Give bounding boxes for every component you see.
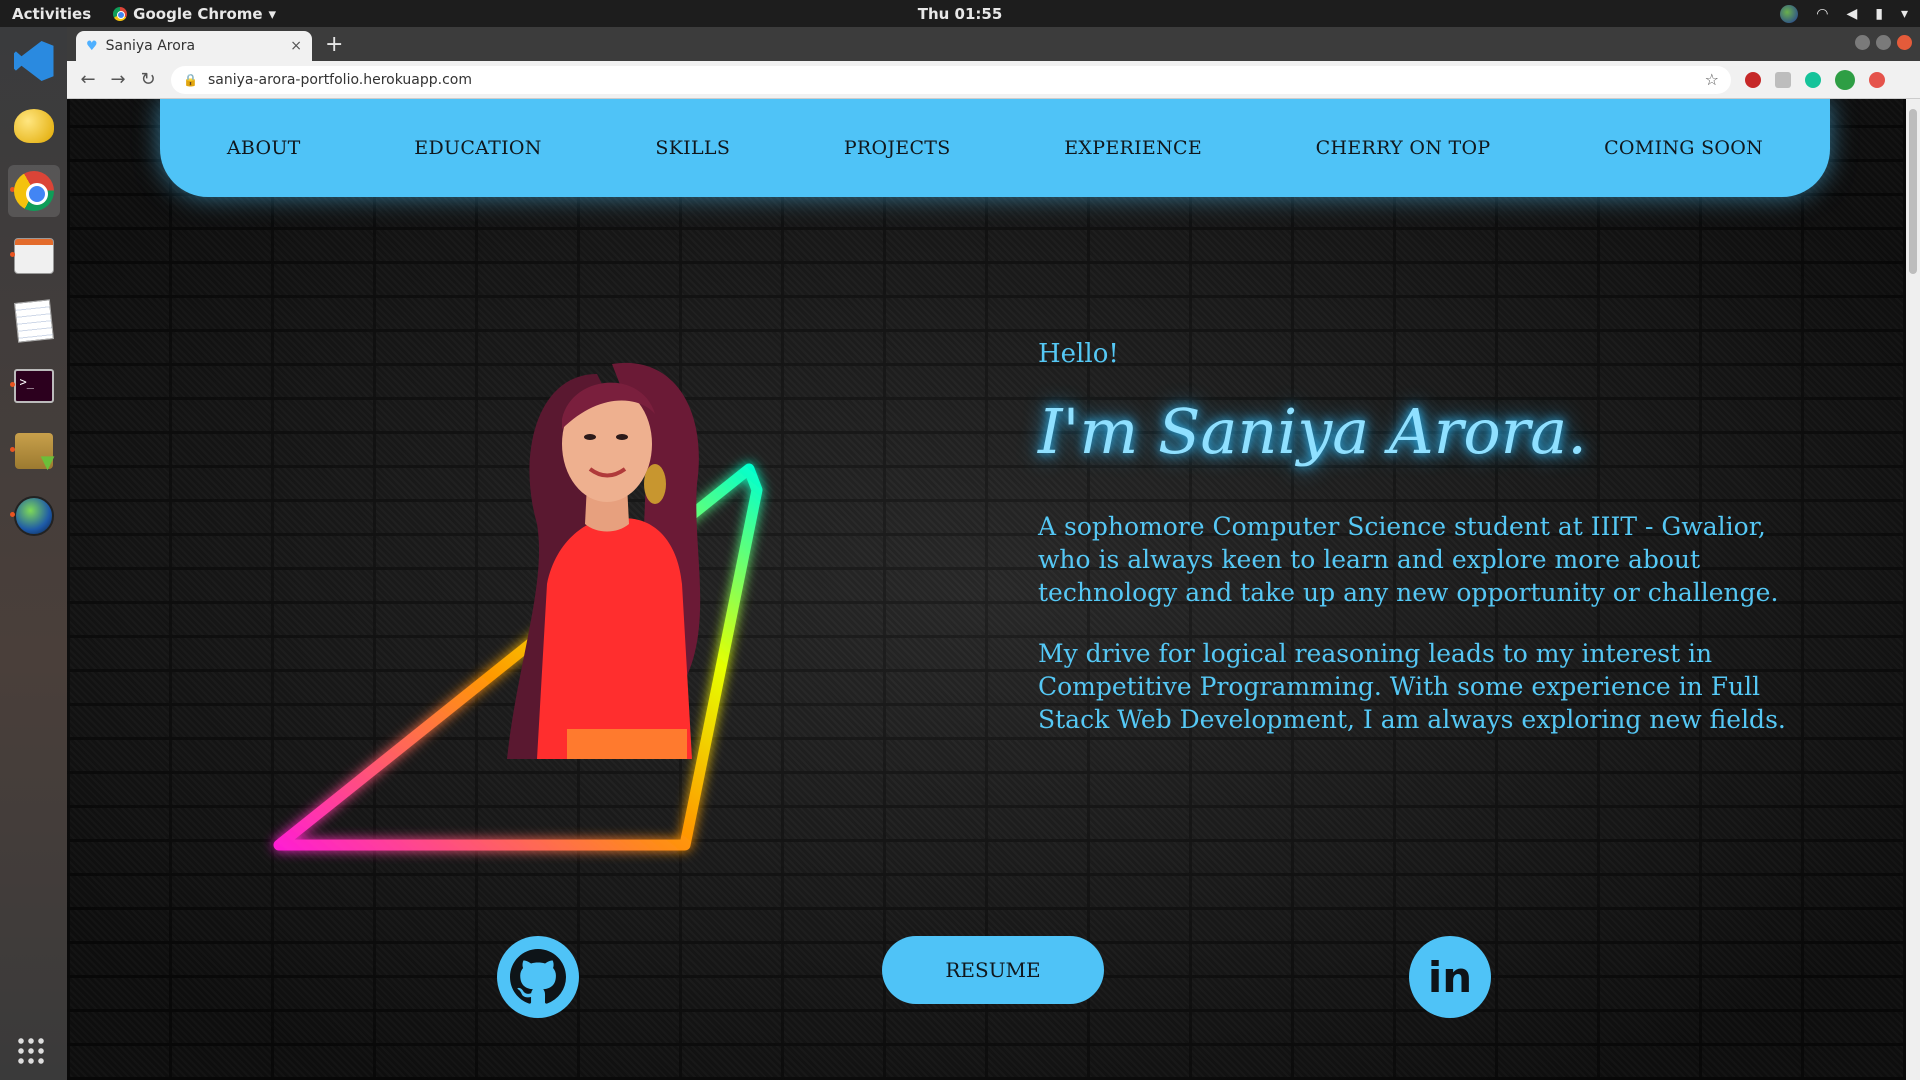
window-controls: [1855, 35, 1912, 50]
globe-icon: [13, 496, 54, 536]
site-navbar: ABOUT EDUCATION SKILLS PROJECTS EXPERIEN…: [160, 99, 1830, 197]
text-editor-icon: [13, 299, 54, 343]
page-viewport: ABOUT EDUCATION SKILLS PROJECTS EXPERIEN…: [67, 99, 1920, 1080]
system-tray[interactable]: ◠ ◀ ▮ ▾: [1780, 4, 1908, 23]
close-icon[interactable]: ×: [290, 38, 302, 54]
linkedin-icon: in: [1427, 952, 1473, 1002]
globe-icon[interactable]: [1780, 4, 1799, 23]
battery-icon[interactable]: ▮: [1875, 6, 1883, 22]
running-indicator: [9, 252, 15, 257]
hero-name: I'm Saniya Arora.: [1038, 395, 1587, 468]
chrome-icon: [13, 171, 54, 211]
profile-photo: [507, 362, 701, 759]
files-icon: [13, 238, 54, 274]
nav-skills[interactable]: SKILLS: [655, 137, 730, 159]
system-top-bar: Activities Google Chrome ▾ Thu 01:55 ◠ ◀…: [0, 0, 1920, 27]
browser-tab[interactable]: ♥ Saniya Arora ×: [76, 31, 312, 61]
running-indicator: [9, 512, 15, 517]
nav-coming-soon[interactable]: COMING SOON: [1604, 137, 1763, 159]
resume-button[interactable]: RESUME: [882, 936, 1104, 1004]
clock[interactable]: Thu 01:55: [918, 5, 1003, 23]
activities-button[interactable]: Activities: [12, 5, 91, 23]
linkedin-button[interactable]: in: [1409, 936, 1491, 1018]
grammarly-icon[interactable]: [1805, 71, 1821, 88]
dock-globe[interactable]: [8, 490, 60, 542]
new-tab-button[interactable]: +: [325, 32, 343, 57]
nav-experience[interactable]: EXPERIENCE: [1064, 137, 1202, 159]
extension-icon[interactable]: [1775, 71, 1791, 88]
vscode-icon: [13, 41, 54, 81]
scrollbar-thumb[interactable]: [1909, 109, 1917, 274]
lock-icon: 🔒: [183, 72, 198, 87]
nav-cherry-on-top[interactable]: CHERRY ON TOP: [1316, 137, 1491, 159]
tab-title: Saniya Arora: [105, 38, 196, 54]
dock-archive[interactable]: [8, 425, 60, 477]
chevron-down-icon: ▾: [268, 4, 277, 23]
nav-about[interactable]: ABOUT: [227, 137, 301, 159]
wifi-icon[interactable]: ◠: [1816, 6, 1828, 22]
close-window-button[interactable]: [1897, 35, 1912, 50]
dock-text-editor[interactable]: [8, 295, 60, 347]
dock-terminal[interactable]: >_: [8, 360, 60, 412]
show-applications-icon[interactable]: [16, 1036, 46, 1066]
page-scrollbar[interactable]: [1906, 99, 1920, 1080]
dock-vscode[interactable]: [8, 35, 60, 87]
teapot-icon: [13, 109, 54, 143]
intro-paragraph: A sophomore Computer Science student at …: [1038, 512, 1779, 607]
back-button[interactable]: ←: [73, 69, 103, 90]
nav-education[interactable]: EDUCATION: [414, 137, 541, 159]
browser-toolbar: ← → ↻ 🔒 saniya-arora-portfolio.herokuapp…: [67, 61, 1920, 99]
record-extension-icon[interactable]: [1745, 71, 1761, 88]
address-bar[interactable]: 🔒 saniya-arora-portfolio.herokuapp.com ☆: [171, 65, 1731, 94]
app-menu-label: Google Chrome: [133, 4, 263, 23]
chrome-icon: [113, 6, 128, 21]
profile-avatar[interactable]: [1835, 69, 1855, 90]
hero-figure: [207, 324, 847, 864]
dock-teapot[interactable]: [8, 100, 60, 152]
maximize-button[interactable]: [1876, 35, 1891, 50]
forward-button[interactable]: →: [103, 69, 133, 90]
greeting: Hello!: [1038, 339, 1119, 369]
terminal-icon: >_: [13, 369, 54, 403]
dock-files[interactable]: [8, 230, 60, 282]
intro-paragraph: My drive for logical reasoning leads to …: [1038, 639, 1786, 734]
minimize-button[interactable]: [1855, 35, 1870, 50]
archive-icon: [14, 433, 55, 473]
app-menu[interactable]: Google Chrome ▾: [113, 5, 276, 23]
github-button[interactable]: [497, 936, 579, 1018]
intro-section: Hello! I'm Saniya Arora. A sophomore Com…: [1038, 339, 1808, 736]
dock: >_: [0, 27, 67, 1080]
extension-icon[interactable]: [1869, 71, 1885, 88]
star-icon[interactable]: ☆: [1705, 70, 1719, 89]
volume-icon[interactable]: ◀: [1846, 6, 1857, 22]
running-indicator: [9, 382, 15, 387]
heart-icon: ♥: [86, 38, 98, 54]
running-indicator: [9, 447, 15, 452]
dock-chrome[interactable]: [7, 165, 60, 217]
github-icon: [510, 949, 566, 1004]
nav-projects[interactable]: PROJECTS: [844, 137, 951, 159]
extensions-area: [1745, 69, 1885, 90]
chevron-down-icon[interactable]: ▾: [1901, 6, 1908, 22]
browser-tab-bar: ♥ Saniya Arora × +: [67, 27, 1920, 61]
url-text[interactable]: saniya-arora-portfolio.herokuapp.com: [208, 72, 472, 88]
reload-button[interactable]: ↻: [133, 69, 163, 90]
